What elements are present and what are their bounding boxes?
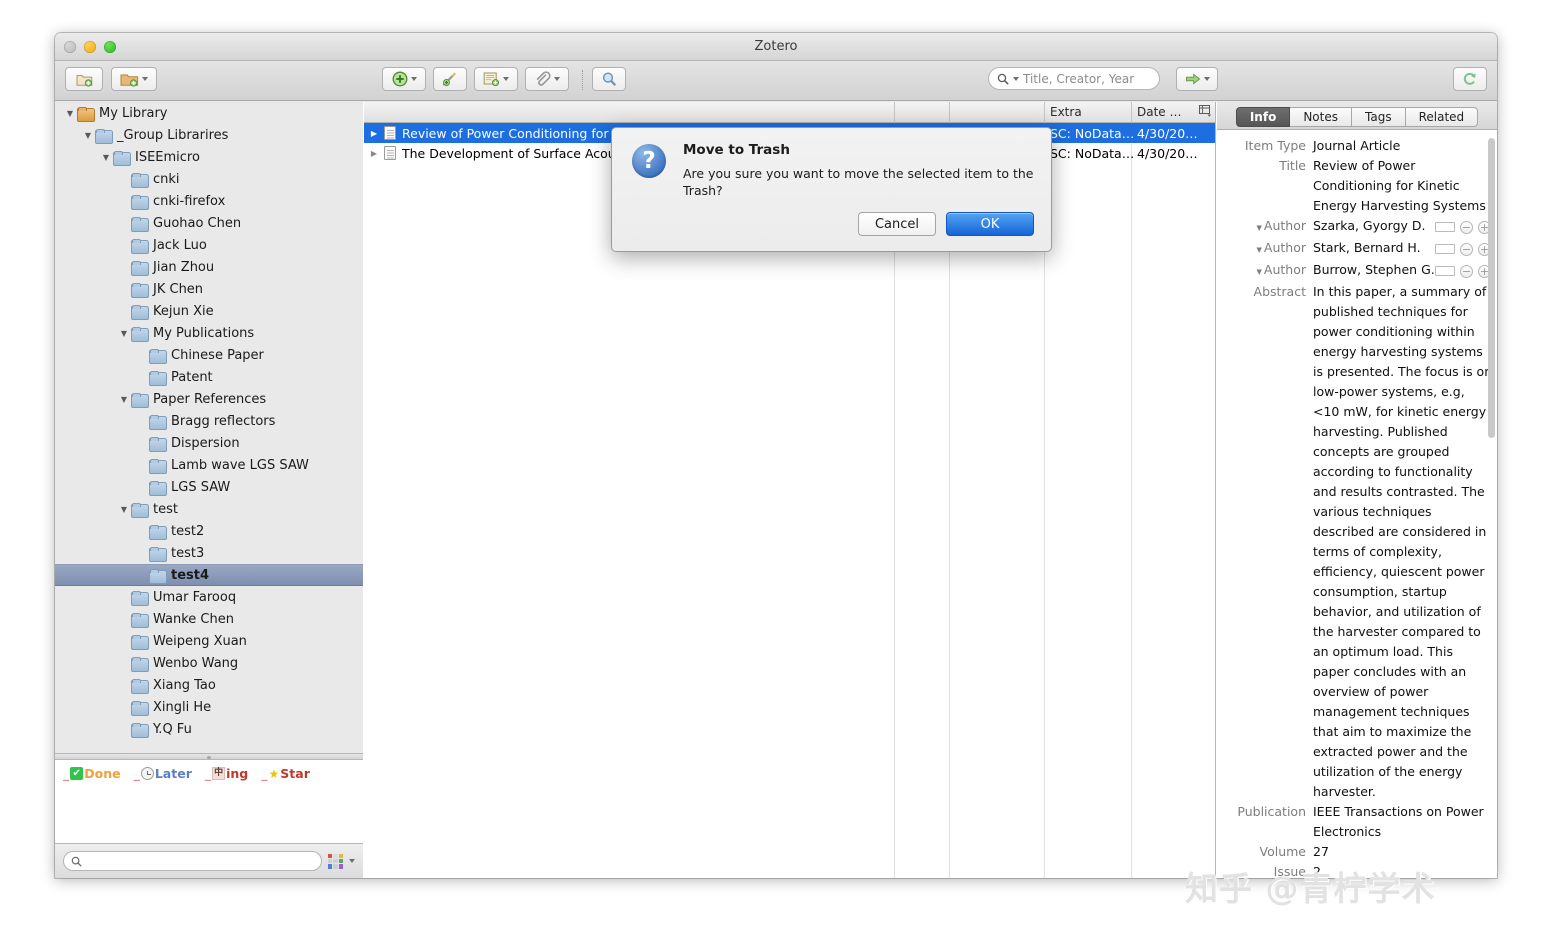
question-mark-icon: ?	[632, 144, 666, 178]
cancel-button[interactable]: Cancel	[858, 212, 936, 236]
modal-overlay: ? Move to Trash Are you sure you want to…	[55, 33, 1497, 878]
dialog-title: Move to Trash	[683, 142, 790, 158]
dialog-message: Are you sure you want to move the select…	[683, 166, 1034, 198]
desktop-background: Zotero Title, Creator, Year ▼ My Library…	[0, 0, 1552, 950]
watermark: 知乎 @青柠学术	[1185, 869, 1436, 908]
ok-button[interactable]: OK	[946, 212, 1034, 236]
zotero-window: Zotero Title, Creator, Year ▼ My Library…	[55, 33, 1497, 878]
